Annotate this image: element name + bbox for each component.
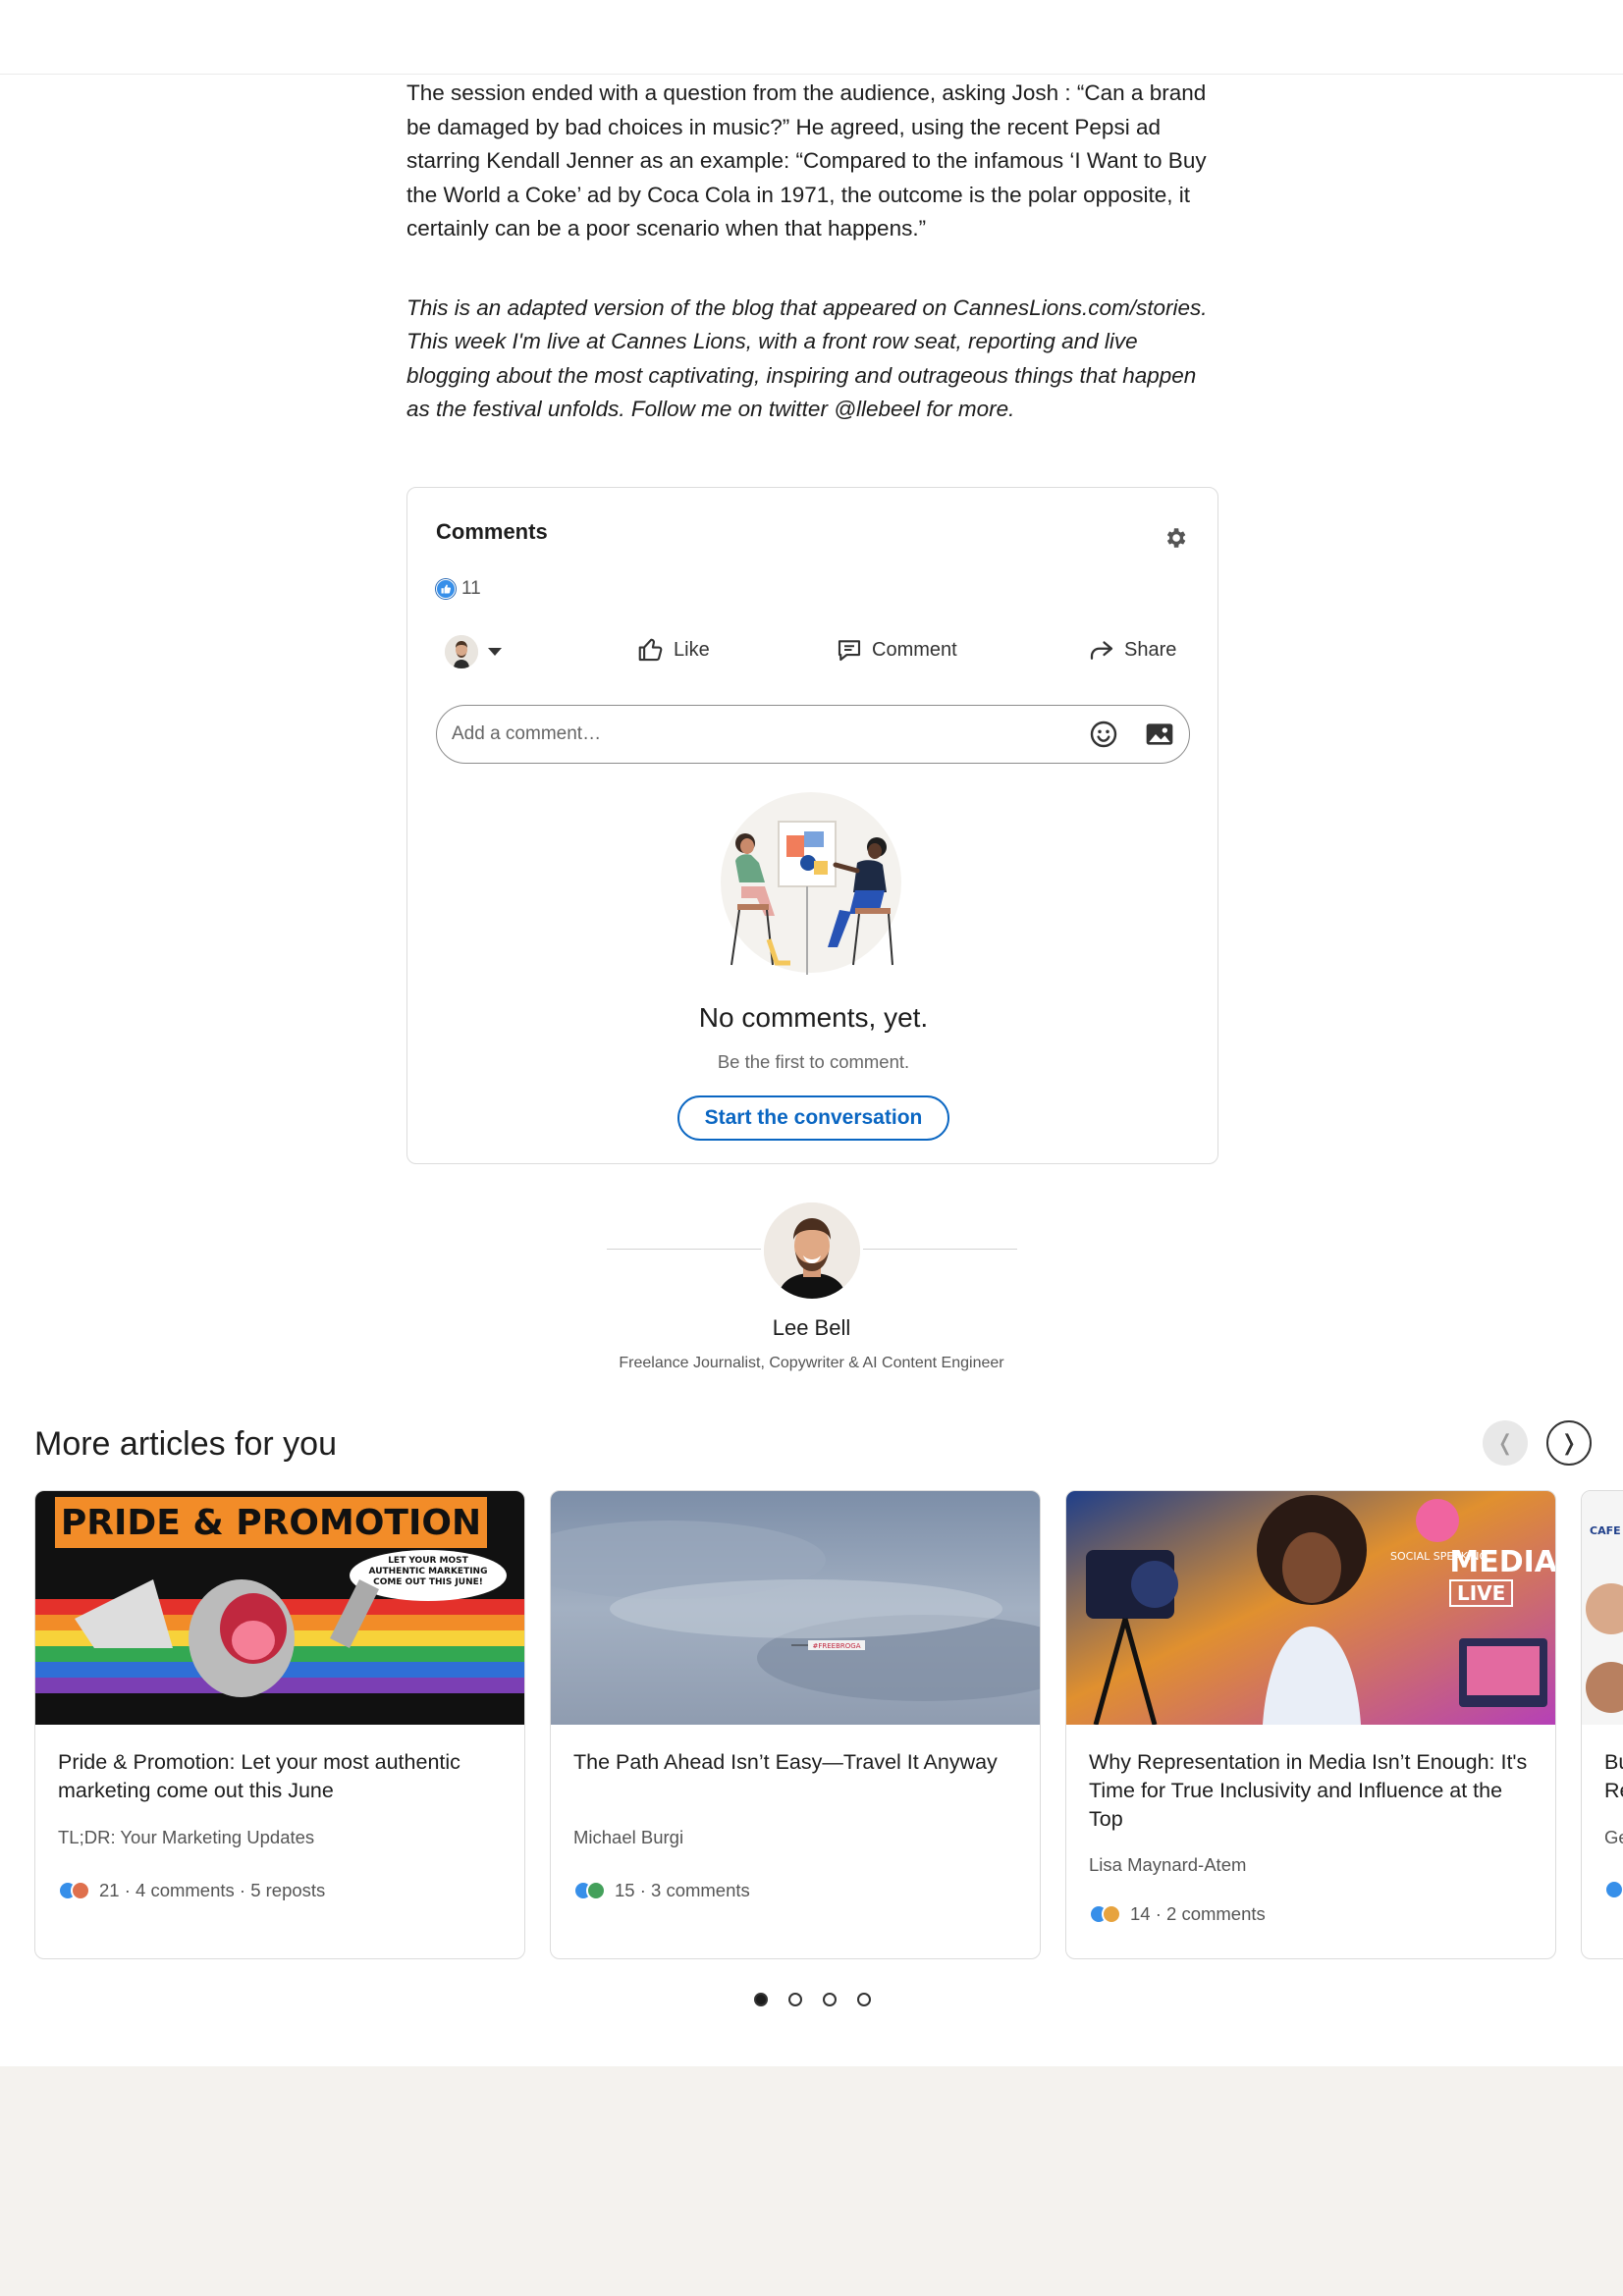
reaction-icons <box>58 1881 90 1900</box>
article-card[interactable]: CAFE BUSIE Bu Re Ge <box>1581 1490 1623 1959</box>
comments-title: Comments <box>436 519 548 544</box>
article-card-image: #FREEBROGA <box>551 1491 1040 1725</box>
article-card-stats <box>1604 1880 1623 1899</box>
thumbs-up-icon <box>638 638 663 662</box>
article-card-title: Why Representation in Media Isn’t Enough… <box>1089 1750 1528 1831</box>
article-card-author: Michael Burgi <box>573 1827 684 1847</box>
comment-icon <box>838 640 861 662</box>
more-articles-heading: More articles for you <box>34 1425 337 1463</box>
article-card[interactable]: PRIDE & PROMOTION LET YOUR MOST AUTHENTI… <box>34 1490 525 1959</box>
comment-label: Comment <box>872 638 957 661</box>
pride-bubble-text: LET YOUR MOST AUTHENTIC MARKETING COME O… <box>368 1556 488 1587</box>
share-label: Share <box>1124 638 1177 661</box>
pagination-dot[interactable] <box>857 1993 871 2006</box>
chevron-left-icon: ❬ <box>1495 1430 1515 1455</box>
like-button[interactable]: Like <box>636 635 710 665</box>
share-button[interactable]: Share <box>1087 635 1176 665</box>
article-card[interactable]: #FREEBROGA The Path Ahead Isn’t Easy—Tra… <box>550 1490 1041 1959</box>
article-card-author: Ge <box>1604 1827 1623 1847</box>
author-avatar[interactable] <box>761 1200 863 1302</box>
add-comment-input[interactable] <box>452 720 1041 749</box>
empty-state-title: No comments, yet. <box>698 1002 929 1033</box>
pride-promotion-image: PRIDE & PROMOTION LET YOUR MOST AUTHENTI… <box>35 1491 524 1725</box>
partial-card-image: CAFE BUSIE <box>1582 1491 1623 1725</box>
article-card-title: The Path Ahead Isn’t Easy—Travel It Anyw… <box>573 1750 998 1774</box>
chevron-right-icon: ❭ <box>1559 1430 1579 1455</box>
actor-avatar <box>445 635 478 668</box>
sky-banner-text: #FREEBROGA <box>813 1642 861 1650</box>
article-card-image: CAFE BUSIE <box>1582 1491 1623 1725</box>
pagination-dot[interactable] <box>788 1993 802 2006</box>
article-paragraph: The session ended with a question from t… <box>406 80 1207 240</box>
article-card[interactable]: SOCIAL SPEAKING MEDIA LIVE Why Represent… <box>1065 1490 1556 1959</box>
carousel-next-button[interactable]: ❭ <box>1546 1420 1592 1466</box>
cloudy-sky-image: #FREEBROGA <box>551 1491 1040 1725</box>
carousel-prev-button[interactable]: ❬ <box>1483 1420 1528 1466</box>
article-card-image: SOCIAL SPEAKING MEDIA LIVE <box>1066 1491 1555 1725</box>
partial-card-image-text: CAFE BUSIE <box>1590 1524 1623 1537</box>
footer-band <box>0 2066 1623 2296</box>
comment-box <box>436 705 1190 764</box>
reaction-icons <box>1089 1904 1121 1924</box>
comments-card: Comments 11 Like Comment Share Add a com… <box>406 487 1218 1164</box>
article-card-title: Bu Re <box>1604 1750 1623 1802</box>
article-card-author: TL;DR: Your Marketing Updates <box>58 1827 315 1847</box>
carousel-pagination <box>754 1993 871 2006</box>
article-card-stats: 14 · 2 comments <box>1089 1903 1266 1925</box>
social-action-bar: Like Comment Share <box>407 631 1219 674</box>
reaction-icons <box>1604 1880 1623 1899</box>
media-live: LIVE <box>1449 1579 1514 1607</box>
top-header <box>0 0 1623 75</box>
article-card-stats: 15 · 3 comments <box>573 1880 750 1901</box>
gear-icon[interactable] <box>1163 525 1188 551</box>
share-arrow-icon <box>1090 641 1113 660</box>
pride-headline: PRIDE & PROMOTION <box>61 1503 481 1543</box>
chevron-down-icon <box>488 648 502 656</box>
empty-comments-illustration <box>721 792 901 975</box>
article-card-stats: 21 · 4 comments · 5 reposts <box>58 1880 325 1901</box>
like-label: Like <box>674 638 710 661</box>
reaction-count: 11 <box>461 578 481 599</box>
article-body: The session ended with a question from t… <box>406 77 1221 427</box>
article-card-author: Lisa Maynard-Atem <box>1089 1854 1247 1875</box>
article-card-image: PRIDE & PROMOTION LET YOUR MOST AUTHENTI… <box>35 1491 524 1725</box>
article-card-title: Pride & Promotion: Let your most authent… <box>58 1750 460 1802</box>
comment-button[interactable]: Comment <box>835 635 957 665</box>
actor-switcher[interactable] <box>445 635 502 668</box>
media-representation-image: SOCIAL SPEAKING MEDIA LIVE <box>1066 1491 1555 1725</box>
author-headline: Freelance Journalist, Copywriter & AI Co… <box>619 1355 1004 1371</box>
reaction-icons <box>573 1881 606 1900</box>
emoji-icon[interactable] <box>1088 719 1119 750</box>
empty-state-subtitle: Be the first to comment. <box>717 1051 910 1072</box>
article-carousel: PRIDE & PROMOTION LET YOUR MOST AUTHENTI… <box>34 1490 1623 1961</box>
image-icon[interactable] <box>1144 720 1175 749</box>
pagination-dot[interactable] <box>754 1993 768 2006</box>
article-italic-note: This is an adapted version of the blog t… <box>406 294 1208 422</box>
pagination-dot[interactable] <box>823 1993 837 2006</box>
start-conversation-button[interactable]: Start the conversation <box>677 1095 949 1141</box>
reaction-summary[interactable]: 11 <box>436 578 481 600</box>
like-reaction-icon <box>436 579 456 599</box>
author-name[interactable]: Lee Bell <box>0 1315 1623 1341</box>
